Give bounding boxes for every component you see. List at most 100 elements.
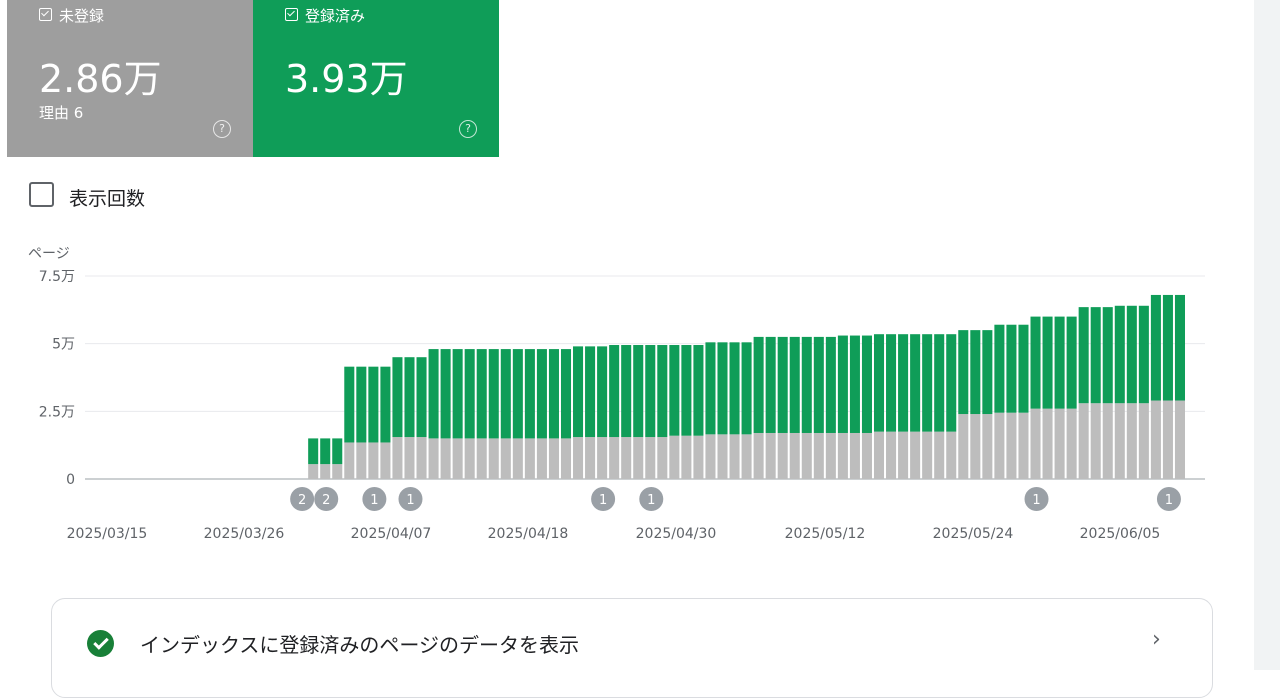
bar-not-indexed bbox=[416, 437, 427, 479]
bar-not-indexed bbox=[837, 432, 848, 479]
y-axis-label: ページ bbox=[28, 246, 70, 262]
bar-indexed bbox=[789, 336, 800, 433]
bar-indexed bbox=[597, 346, 608, 438]
bar-not-indexed bbox=[428, 438, 439, 479]
bar-indexed bbox=[1054, 316, 1065, 409]
bar-indexed bbox=[1078, 307, 1089, 404]
bar-indexed bbox=[873, 334, 885, 432]
bar-not-indexed bbox=[320, 464, 331, 479]
bar-indexed bbox=[1018, 324, 1029, 413]
bar-not-indexed bbox=[633, 437, 644, 479]
bar-not-indexed bbox=[1126, 403, 1137, 479]
bar-not-indexed bbox=[825, 432, 836, 479]
bar-not-indexed bbox=[994, 412, 1005, 479]
annotation-label: 1 bbox=[599, 493, 607, 508]
bar-indexed bbox=[500, 349, 511, 439]
bar-indexed bbox=[861, 335, 872, 433]
view-indexed-pages-link[interactable]: インデックスに登録済みのページのデータを表示 › bbox=[51, 598, 1213, 698]
bar-not-indexed bbox=[404, 437, 415, 479]
pages-chart: 0 2.5万 5万 7.5万 ページ 2 2 1 1 1 1 1 1 2025/03/15 2025/03/… bbox=[28, 246, 1205, 542]
x-tick-label: 2025/03/15 bbox=[67, 526, 148, 542]
bar-indexed bbox=[536, 349, 547, 439]
bar-not-indexed bbox=[873, 431, 885, 479]
bar-indexed bbox=[849, 335, 860, 433]
bar-not-indexed bbox=[813, 432, 824, 479]
bar-not-indexed bbox=[1066, 408, 1077, 479]
bar-not-indexed bbox=[536, 438, 547, 479]
indexed-card[interactable]: 登録済み 3.93万 ? bbox=[253, 0, 499, 157]
bar-indexed bbox=[464, 349, 475, 439]
not-indexed-reasons: 理由 6 bbox=[39, 104, 84, 122]
bar-not-indexed bbox=[717, 434, 728, 479]
bar-not-indexed bbox=[1102, 403, 1113, 479]
y-tick-label: 5万 bbox=[52, 337, 75, 353]
annotation-label: 1 bbox=[647, 493, 655, 508]
bar-indexed bbox=[837, 335, 848, 433]
x-tick-label: 2025/04/30 bbox=[636, 526, 717, 542]
bar-indexed bbox=[332, 438, 343, 465]
bar-not-indexed bbox=[946, 431, 957, 479]
bar-indexed bbox=[1114, 305, 1125, 404]
bar-not-indexed bbox=[922, 431, 933, 479]
bar-not-indexed bbox=[1018, 412, 1029, 479]
bar-not-indexed bbox=[332, 464, 343, 479]
not-indexed-card[interactable]: 未登録 2.86万 理由 6 ? bbox=[7, 0, 253, 157]
bar-indexed bbox=[1066, 316, 1077, 409]
help-icon[interactable]: ? bbox=[213, 120, 231, 138]
indexed-checkbox[interactable] bbox=[285, 8, 298, 21]
bar-indexed bbox=[1150, 294, 1161, 401]
annotation-label: 1 bbox=[1032, 493, 1040, 508]
y-tick-label: 7.5万 bbox=[39, 269, 75, 285]
bar-indexed bbox=[741, 342, 752, 435]
bar-indexed bbox=[1126, 305, 1137, 404]
scrollbar-gutter[interactable] bbox=[1254, 0, 1280, 670]
bar-indexed bbox=[548, 349, 559, 439]
bar-not-indexed bbox=[657, 437, 668, 479]
not-indexed-checkbox[interactable] bbox=[39, 8, 52, 21]
bar-not-indexed bbox=[1174, 400, 1185, 479]
bar-not-indexed bbox=[765, 432, 776, 479]
bar-indexed bbox=[524, 349, 535, 439]
bar-indexed bbox=[356, 366, 367, 443]
bar-not-indexed bbox=[910, 431, 921, 479]
bar-indexed bbox=[801, 336, 812, 433]
bar-indexed bbox=[308, 438, 319, 465]
bar-indexed bbox=[958, 330, 969, 415]
bar-not-indexed bbox=[464, 438, 475, 479]
impressions-checkbox[interactable] bbox=[29, 182, 54, 207]
bar-indexed bbox=[922, 334, 933, 432]
bar-indexed bbox=[705, 342, 716, 435]
bar-not-indexed bbox=[729, 434, 740, 479]
bar-indexed bbox=[1138, 305, 1149, 404]
bar-indexed bbox=[946, 334, 957, 432]
y-tick-label: 2.5万 bbox=[39, 404, 75, 420]
help-icon[interactable]: ? bbox=[459, 120, 477, 138]
bar-indexed bbox=[512, 349, 523, 439]
view-indexed-pages-label: インデックスに登録済みのページのデータを表示 bbox=[140, 633, 579, 657]
bar-not-indexed bbox=[705, 434, 716, 479]
bar-not-indexed bbox=[970, 414, 981, 479]
bar-not-indexed bbox=[560, 438, 572, 479]
bar-indexed bbox=[320, 438, 331, 465]
bar-indexed bbox=[729, 342, 740, 435]
bar-not-indexed bbox=[801, 432, 812, 479]
bar-indexed bbox=[1030, 316, 1041, 409]
bar-indexed bbox=[717, 342, 728, 435]
bar-indexed bbox=[476, 349, 487, 439]
chevron-right-icon: › bbox=[1152, 627, 1161, 652]
bar-indexed bbox=[344, 366, 355, 443]
bar-not-indexed bbox=[392, 437, 403, 479]
bar-not-indexed bbox=[886, 431, 897, 479]
bar-not-indexed bbox=[476, 438, 487, 479]
bar-not-indexed bbox=[1138, 403, 1149, 479]
bar-not-indexed bbox=[573, 437, 584, 479]
x-tick-label: 2025/04/07 bbox=[351, 526, 432, 542]
bar-indexed bbox=[898, 334, 909, 432]
bar-not-indexed bbox=[934, 431, 945, 479]
bar-not-indexed bbox=[452, 438, 463, 479]
bar-indexed bbox=[645, 345, 656, 438]
bar-indexed bbox=[621, 345, 632, 438]
bar-indexed bbox=[970, 330, 981, 415]
bar-indexed bbox=[1090, 307, 1101, 404]
bar-not-indexed bbox=[669, 435, 680, 479]
